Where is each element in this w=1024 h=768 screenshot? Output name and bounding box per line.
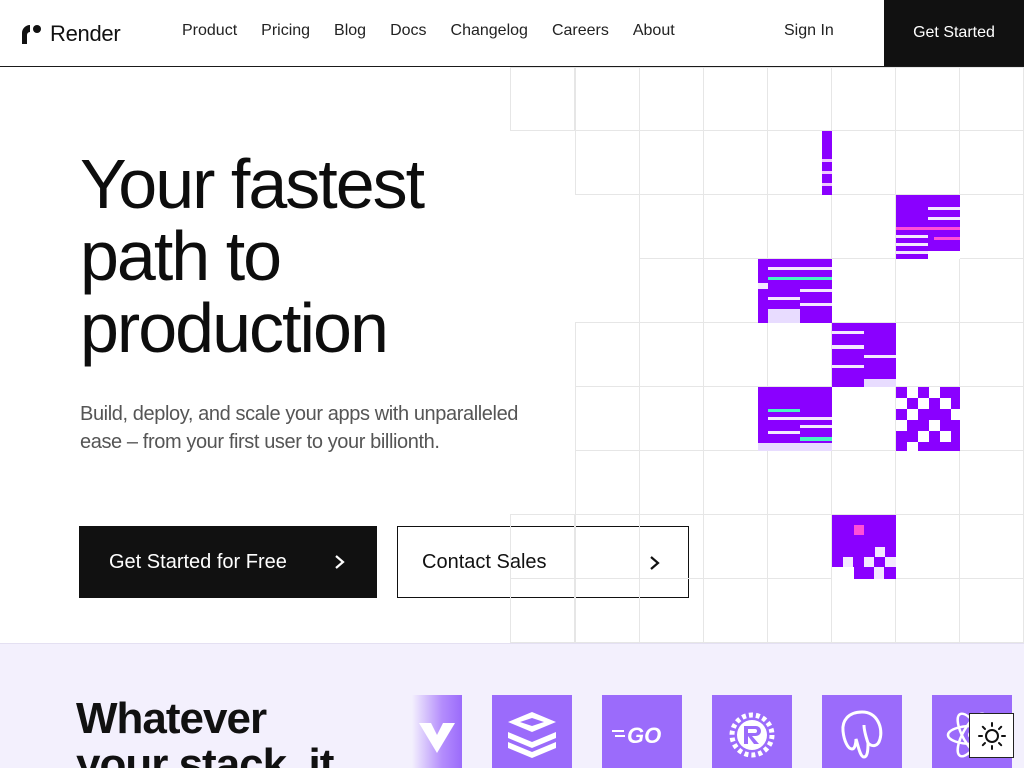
redis-icon xyxy=(508,712,556,758)
theme-toggle-button[interactable] xyxy=(969,713,1014,758)
redis-tile xyxy=(492,695,572,768)
stack-section-title: Whatever your stack, it xyxy=(76,694,334,768)
chevron-right-icon xyxy=(335,555,345,569)
stack-title-line: Whatever xyxy=(76,694,267,743)
go-icon: GO xyxy=(612,723,661,748)
get-started-free-label: Get Started for Free xyxy=(109,550,287,573)
nav-link-pricing[interactable]: Pricing xyxy=(261,22,310,40)
stack-title-line: your stack, it xyxy=(76,740,334,768)
hero-title-line: production xyxy=(80,289,389,367)
sign-in-link[interactable]: Sign In xyxy=(784,22,834,40)
go-label: GO xyxy=(627,723,661,748)
nav-link-product[interactable]: Product xyxy=(182,22,237,40)
nav-link-changelog[interactable]: Changelog xyxy=(451,22,528,40)
vue-icon xyxy=(419,723,455,753)
rust-tile xyxy=(712,695,792,768)
render-logo-icon xyxy=(22,25,41,44)
nav-link-careers[interactable]: Careers xyxy=(552,22,609,40)
hero-subtitle: Build, deploy, and scale your apps with … xyxy=(80,403,519,453)
get-started-free-button[interactable]: Get Started for Free xyxy=(79,526,377,598)
go-tile: GO xyxy=(602,695,682,768)
logo[interactable]: Render xyxy=(20,21,121,47)
hero-title: Your fastest path to production xyxy=(80,145,425,367)
logo-text: Render xyxy=(50,21,121,46)
stack-section: Whatever your stack, it GO xyxy=(0,643,1024,768)
nav-link-about[interactable]: About xyxy=(633,22,675,40)
top-nav: Render Product Pricing Blog Docs Changel… xyxy=(0,0,1024,67)
hero-title-line: Your fastest xyxy=(80,145,425,223)
postgres-tile xyxy=(822,695,902,768)
pixel-grid-graphic xyxy=(510,67,1024,643)
vue-tile xyxy=(412,695,462,768)
hero-grid-illustration xyxy=(510,67,1024,643)
hero-title-line: path to xyxy=(80,217,282,295)
postgres-icon xyxy=(841,710,883,759)
nav-link-docs[interactable]: Docs xyxy=(390,22,426,40)
sun-icon xyxy=(977,721,1006,750)
nav-links: Product Pricing Blog Docs Changelog Care… xyxy=(182,22,699,40)
nav-link-blog[interactable]: Blog xyxy=(334,22,366,40)
get-started-button[interactable]: Get Started xyxy=(884,0,1024,66)
rust-icon xyxy=(729,712,775,758)
